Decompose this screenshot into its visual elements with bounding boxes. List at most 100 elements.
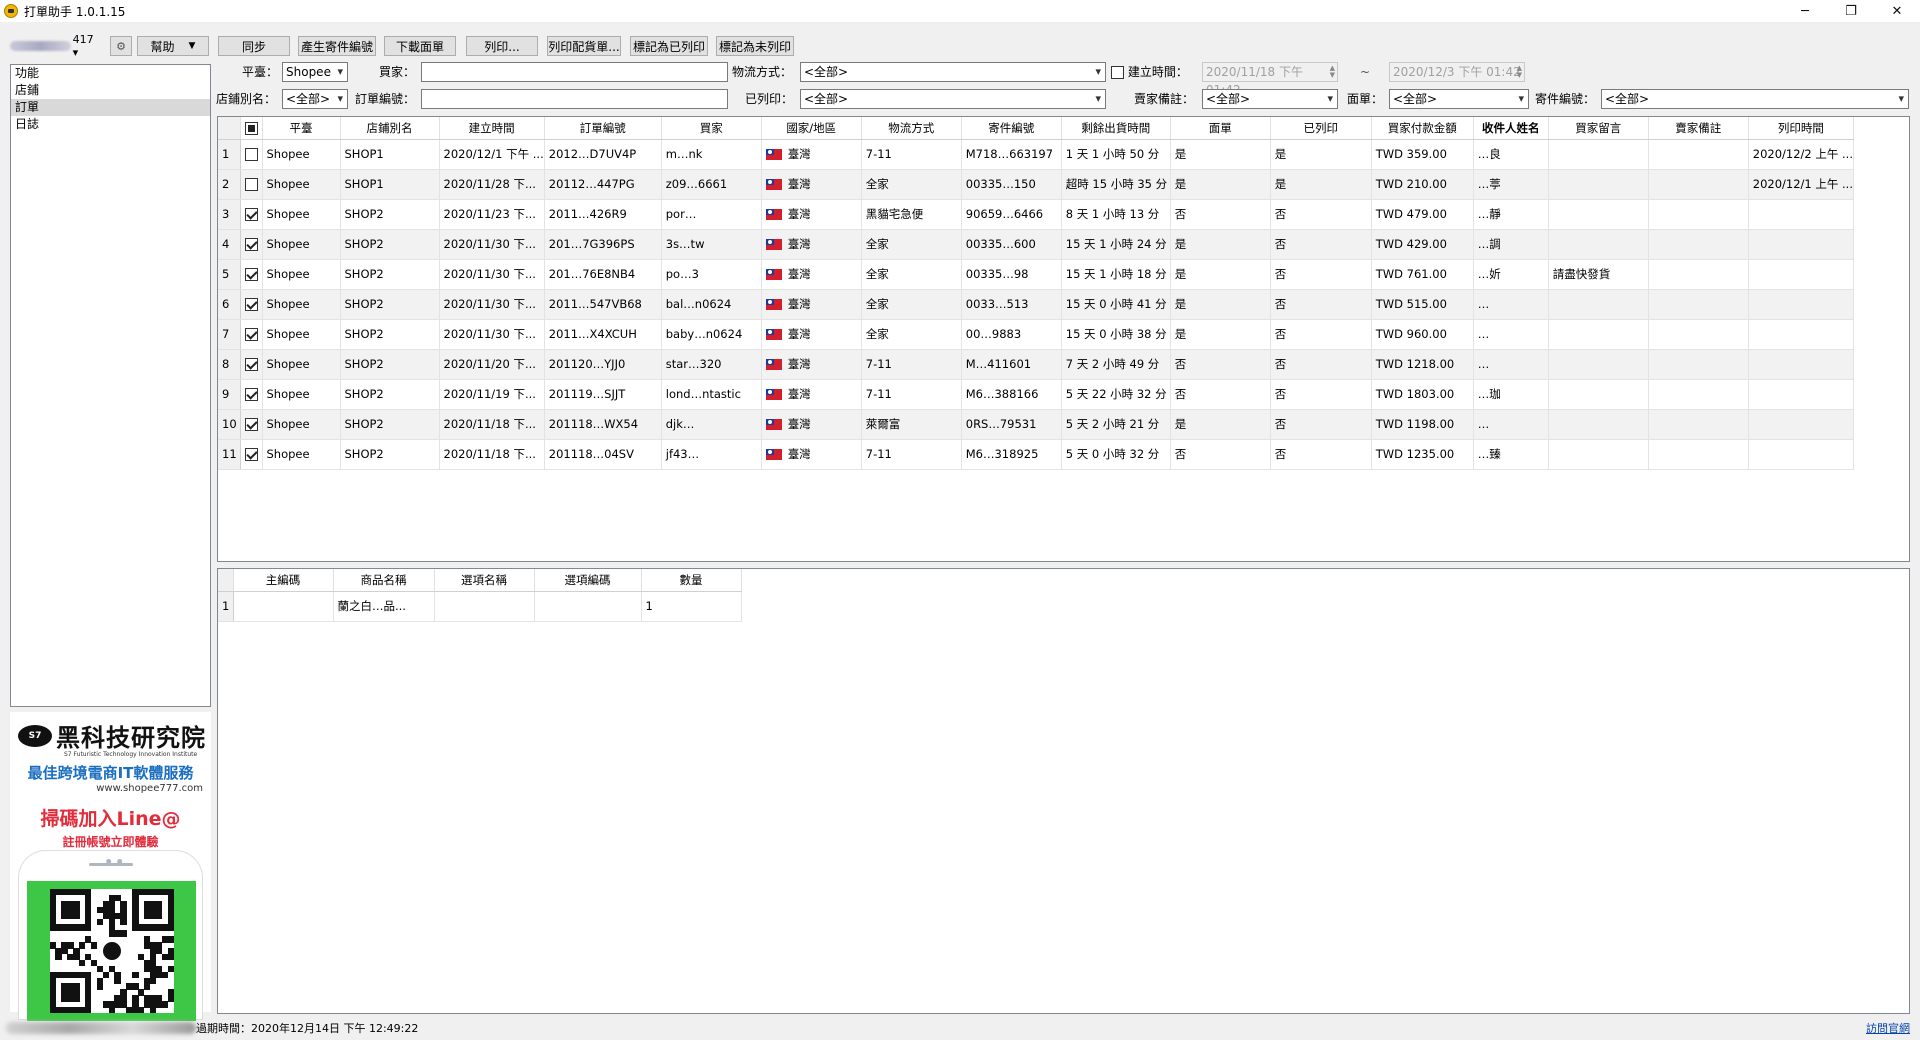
item-row[interactable]: 1 蘭之白…品... 1 [218,591,742,622]
logistics-select[interactable]: <全部> [800,62,1106,82]
mark-printed-button[interactable]: 標記為已列印 [630,36,708,56]
column-header[interactable]: 買家留言 [1548,117,1649,140]
nav-item-stores[interactable]: 店鋪 [11,82,210,99]
row-select-cell[interactable] [240,139,263,170]
settings-gear-button[interactable]: ⚙ [110,36,132,56]
column-header[interactable]: 店鋪別名 [340,117,440,140]
date-from-picker[interactable]: 2020/11/18 下午 01:42▲▼ [1202,62,1338,97]
visit-website-link[interactable]: 訪問官網 [1866,1020,1910,1036]
order-row[interactable]: 7 Shopee SHOP2 2020/11/30 下... 2011…X4XCUH ba… [218,319,1855,350]
order-row[interactable]: 6 Shopee SHOP2 2020/11/30 下... 2011…547VB68 b… [218,289,1855,320]
order-row[interactable]: 8 Shopee SHOP2 2020/11/20 下... 201120…YJJ0 st… [218,349,1855,380]
maximize-button[interactable]: ❐ [1828,0,1874,22]
brand-logo: S7 黑科技研究院 [18,718,211,753]
row-checkbox[interactable] [244,388,258,401]
close-button[interactable]: ✕ [1874,0,1920,22]
printed-select[interactable]: <全部> [800,89,1106,109]
column-header[interactable]: 列印時間 [1748,117,1855,140]
sync-button[interactable]: 同步 [218,36,290,56]
sheet-select[interactable]: <全部> [1389,89,1529,109]
column-header[interactable]: 商品名稱 [333,569,435,592]
select-all-checkbox[interactable] [244,121,258,135]
mark-unprinted-button[interactable]: 標記為未列印 [716,36,794,56]
order-row[interactable]: 1 Shopee SHOP1 2020/12/1 下午 ... 2012…D7UV4P m… [218,139,1855,170]
order-row[interactable]: 5 Shopee SHOP2 2020/11/30 下... 201…76E8NB4 po… [218,259,1855,290]
qr-code-icon[interactable] [49,889,174,1014]
column-header[interactable]: 平臺 [262,117,341,140]
order-row[interactable]: 4 Shopee SHOP2 2020/11/30 下... 201…7G396PS 3s… [218,229,1855,260]
date-to-picker[interactable]: 2020/12/3 下午 01:42 ▲ ▼ [1389,62,1525,82]
row-checkbox[interactable] [244,208,258,221]
order-items-grid[interactable]: 主編碼 商品名稱 選項名稱 選項編碼 數量 1 蘭之白…品... 1 [217,568,1910,1014]
nav-item-orders[interactable]: 訂單 [11,99,210,116]
row-select-cell[interactable] [240,289,263,320]
row-select-cell[interactable] [240,229,263,260]
license-info-blurred [6,1022,196,1034]
orders-grid[interactable]: 平臺 店鋪別名 建立時間 訂單編號 買家 國家/地區 物流方式 寄件編號 剩餘出貨時間 面單 已列印… [217,116,1910,562]
row-select-cell[interactable] [240,259,263,290]
order-row[interactable]: 11 Shopee SHOP2 2020/11/18 下... 201118…04SV j… [218,439,1855,470]
column-header[interactable]: 物流方式 [861,117,962,140]
column-header[interactable]: 選項編碼 [534,569,642,592]
column-header[interactable]: 數量 [641,569,742,592]
row-checkbox[interactable] [244,238,258,251]
column-header[interactable]: 國家/地區 [761,117,862,140]
row-checkbox[interactable] [244,328,258,341]
taiwan-flag-icon [765,209,782,220]
row-checkbox[interactable] [244,178,258,191]
column-header[interactable]: 訂單編號 [544,117,662,140]
column-header[interactable]: 買家 [661,117,762,140]
download-sheet-button[interactable]: 下載面單 [384,36,456,56]
column-header[interactable]: 寄件編號 [961,117,1062,140]
row-select-cell[interactable] [240,319,263,350]
function-nav-list[interactable]: 功能 店鋪 訂單 日誌 [10,64,211,707]
column-header[interactable]: 收件人姓名 [1473,117,1549,140]
tracking-no-select[interactable]: <全部> [1601,89,1909,109]
store-alias-select[interactable]: <全部> [282,89,348,109]
account-selector[interactable]: 417 ▾ [10,33,102,59]
order-cell: z09…6661 [661,169,762,200]
column-header[interactable]: 買家付款金額 [1371,117,1474,140]
column-header[interactable]: 建立時間 [439,117,545,140]
row-checkbox[interactable] [244,268,258,281]
column-header[interactable]: 面單 [1170,117,1271,140]
created-time-checkbox[interactable] [1111,66,1124,79]
row-select-cell[interactable] [240,199,263,230]
order-cell: 否 [1270,349,1372,380]
column-header[interactable]: 主編碼 [233,569,334,592]
row-select-cell[interactable] [240,349,263,380]
seller-note-select[interactable]: <全部> [1202,89,1338,109]
minimize-button[interactable]: ─ [1782,0,1828,22]
order-row[interactable]: 2 Shopee SHOP1 2020/11/28 下... 20112…447PG z0… [218,169,1855,200]
column-header[interactable]: 已列印 [1270,117,1372,140]
platform-select[interactable]: Shopee [282,62,348,82]
row-checkbox[interactable] [244,418,258,431]
print-picking-button[interactable]: 列印配貨單... [547,36,621,56]
nav-item-logs[interactable]: 日誌 [11,116,210,133]
order-row[interactable]: 9 Shopee SHOP2 2020/11/19 下... 201119…SJJT lo… [218,379,1855,410]
column-header[interactable]: 賣家備註 [1648,117,1749,140]
row-select-cell[interactable] [240,439,263,470]
row-select-cell[interactable] [240,379,263,410]
print-button[interactable]: 列印... [466,36,538,56]
order-no-input[interactable] [421,89,728,109]
column-header[interactable]: 選項名稱 [434,569,535,592]
row-select-cell[interactable] [240,169,263,200]
order-cell: 是 [1170,259,1271,290]
column-header[interactable]: 剩餘出貨時間 [1061,117,1171,140]
row-select-cell[interactable] [240,409,263,440]
order-cell: TWD 960.00 [1371,319,1474,350]
created-time-filter[interactable]: 建立時間： [1111,62,1188,82]
generate-tracking-button[interactable]: 產生寄件編號 [298,36,376,56]
nav-item-functions[interactable]: 功能 [11,65,210,82]
row-checkbox[interactable] [244,448,258,461]
select-all-header[interactable] [240,117,263,140]
printed-label: 已列印： [745,92,794,106]
row-checkbox[interactable] [244,298,258,311]
row-checkbox[interactable] [244,358,258,371]
row-checkbox[interactable] [244,148,258,161]
help-button[interactable]: 幫助 ▼ [137,36,209,56]
order-row[interactable]: 10 Shopee SHOP2 2020/11/18 下... 201118…WX54 d… [218,409,1855,440]
order-row[interactable]: 3 Shopee SHOP2 2020/11/23 下... 2011…426R9 por… [218,199,1855,230]
buyer-input[interactable] [421,62,728,82]
